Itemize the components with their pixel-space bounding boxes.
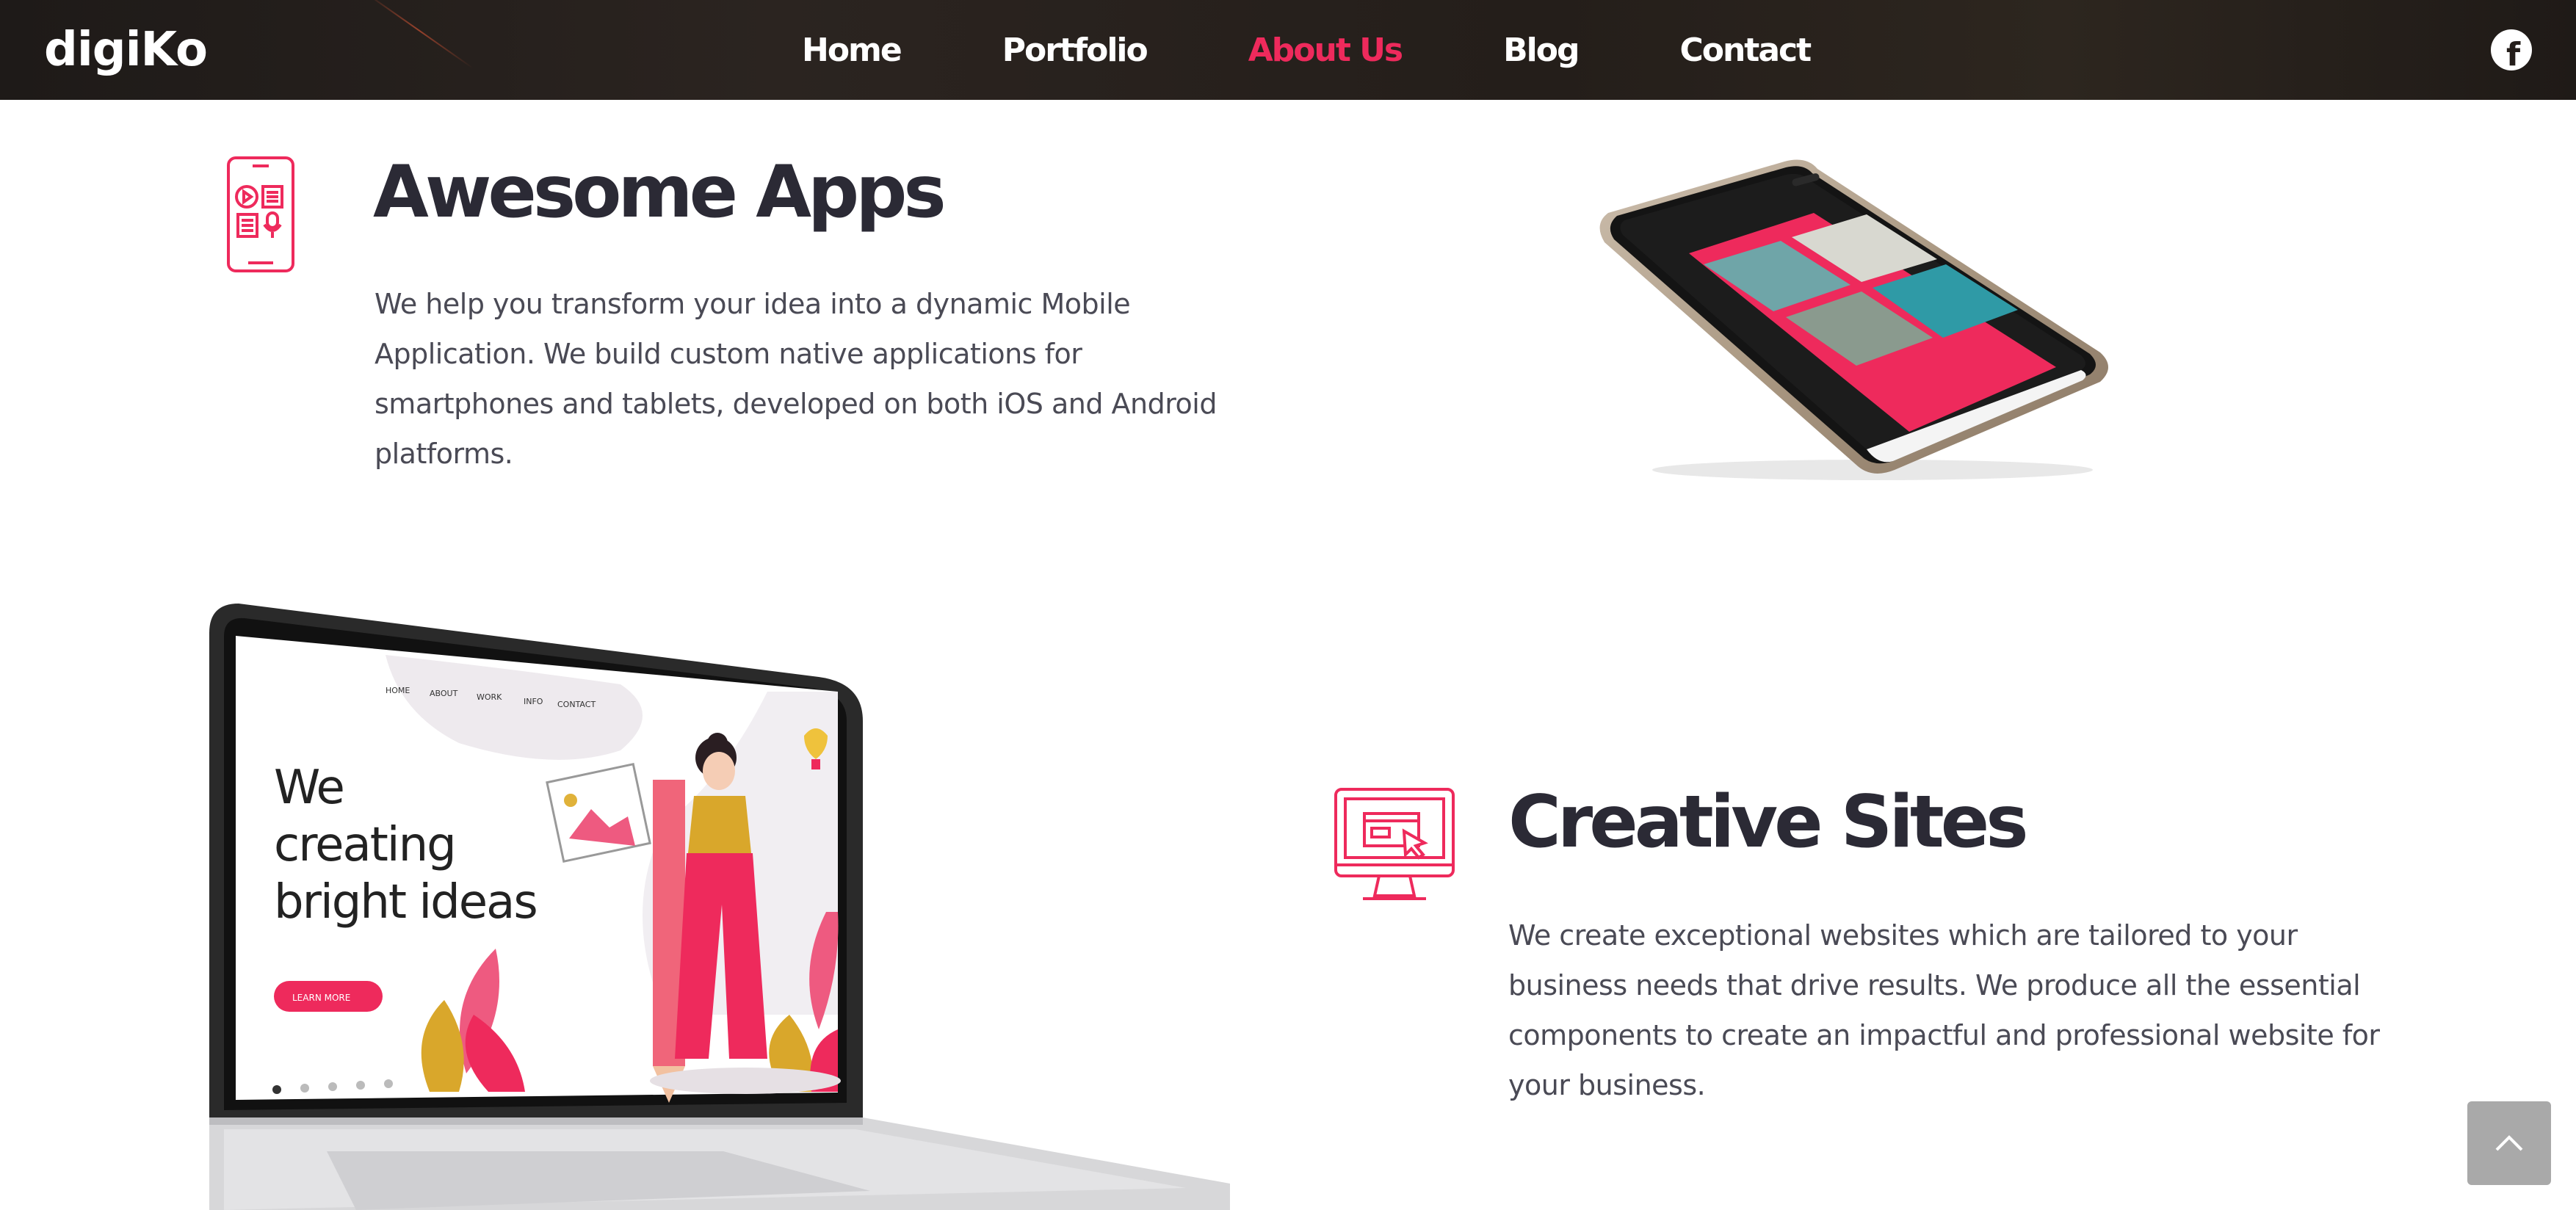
nav-blog[interactable]: Blog xyxy=(1503,32,1580,69)
sites-description: We create exceptional websites which are… xyxy=(1508,919,2380,1101)
chevron-up-icon xyxy=(2495,1135,2523,1151)
mobile-app-icon xyxy=(227,156,294,272)
header-decoration xyxy=(363,0,474,69)
nav-portfolio[interactable]: Portfolio xyxy=(1002,32,1148,69)
svg-text:ABOUT: ABOUT xyxy=(430,689,458,698)
nav-contact[interactable]: Contact xyxy=(1679,32,1812,69)
nav-home[interactable]: Home xyxy=(802,32,902,69)
site-header: digiKo Home Portfolio About Us Blog Cont… xyxy=(0,0,2576,100)
svg-text:bright ideas: bright ideas xyxy=(274,875,537,930)
apps-description: We help you transform your idea into a d… xyxy=(375,288,1217,470)
svg-text:creating: creating xyxy=(274,818,455,872)
laptop-screen-nav: HOME xyxy=(386,686,410,695)
svg-text:INFO: INFO xyxy=(524,697,543,706)
laptop-headline: We xyxy=(274,761,344,815)
phone-mockup-image xyxy=(1599,159,2108,480)
back-to-top-button[interactable] xyxy=(2467,1101,2551,1185)
apps-title: Awesome Apps xyxy=(373,151,947,234)
sites-title: Creative Sites xyxy=(1508,780,2029,864)
logo[interactable]: digiKo xyxy=(44,15,208,85)
monitor-icon xyxy=(1334,788,1455,900)
svg-text:CONTACT: CONTACT xyxy=(557,700,596,709)
laptop-learn-more: LEARN MORE xyxy=(292,993,350,1003)
facebook-icon[interactable]: f xyxy=(2491,29,2532,73)
main-nav: Home Portfolio About Us Blog Contact xyxy=(802,0,1911,100)
nav-about-us[interactable]: About Us xyxy=(1248,32,1403,69)
laptop-mockup-image: HOME ABOUT WORK INFO CONTACT We creating… xyxy=(209,604,1230,1210)
svg-text:WORK: WORK xyxy=(477,692,502,702)
